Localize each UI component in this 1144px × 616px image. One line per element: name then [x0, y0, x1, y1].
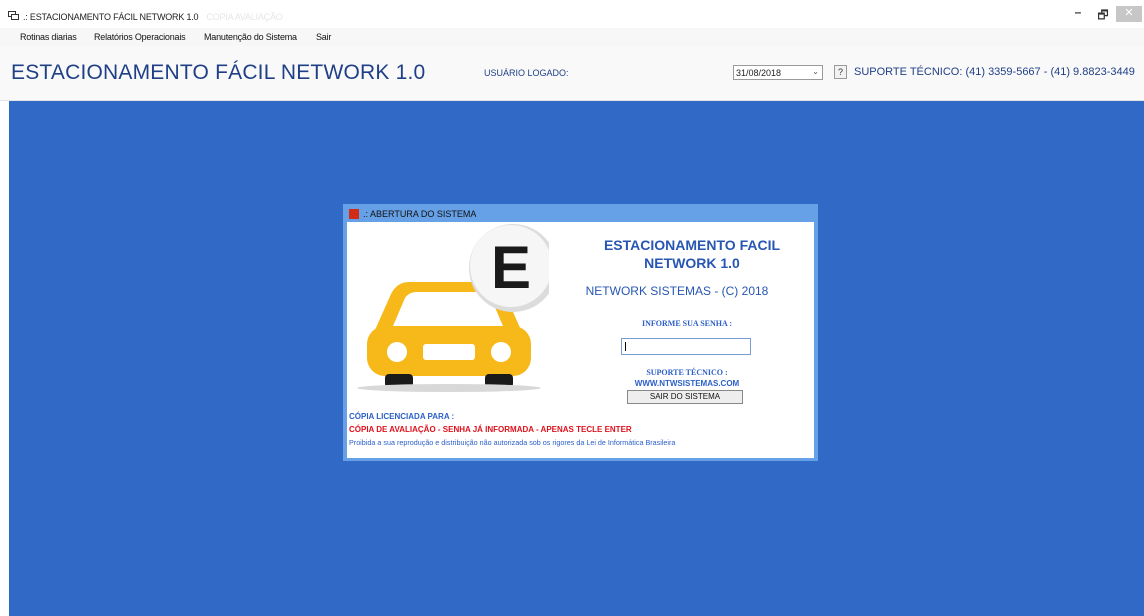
window-app-icon [8, 11, 19, 20]
legal-notice: Proibida a sua reprodução e distribuição… [349, 438, 676, 447]
help-button[interactable]: ? [834, 65, 847, 79]
dialog-body: E ESTACIONAMENTO FACIL NETWORK 1.0 NETWO… [347, 222, 814, 458]
company-copyright: NETWORK SISTEMAS - (C) 2018 [585, 284, 769, 298]
maximize-button[interactable]: 🗗 [1093, 6, 1113, 22]
window-titlebar: .: ESTACIONAMENTO FÁCIL NETWORK 1.0 COPIA… [0, 0, 1144, 28]
menu-item-sair[interactable]: Sair [316, 32, 331, 42]
brand-title-line2: NETWORK 1.0 [644, 255, 740, 271]
window-title: .: ESTACIONAMENTO FÁCIL NETWORK 1.0 COPIA… [23, 12, 283, 22]
menu-item-relatorios-operacionais[interactable]: Relatórios Operacionais [94, 32, 186, 42]
login-dialog: .: ABERTURA DO SISTEMA E ESTACIONAMENTO … [343, 204, 818, 461]
menu-bar: Rotinas diarias Relatórios Operacionais … [0, 28, 1144, 46]
logged-user-label: USUÁRIO LOGADO: [484, 68, 569, 78]
exit-system-button[interactable]: SAIR DO SISTEMA [627, 390, 743, 404]
menu-item-rotinas-diarias[interactable]: Rotinas diarias [20, 32, 77, 42]
date-select-value: 31/08/2018 [736, 68, 782, 78]
password-label: INFORME SUA SENHA : [641, 319, 732, 328]
license-label: CÓPIA LICENCIADA PARA : [349, 412, 455, 421]
menu-item-manutencao-do-sistema[interactable]: Manutenção do Sistema [204, 32, 297, 42]
support-url-link[interactable]: WWW.NTWSISTEMAS.COM [587, 379, 787, 388]
logo-letter: E [491, 234, 531, 301]
app-header: ESTACIONAMENTO FÁCIL NETWORK 1.0 USUÁRIO… [0, 46, 1144, 101]
date-select[interactable]: 31/08/2018 ⌄ [733, 65, 823, 80]
support-label: SUPORTE TÉCNICO : [646, 368, 728, 377]
password-input[interactable] [621, 338, 751, 355]
app-title: ESTACIONAMENTO FÁCIL NETWORK 1.0 [11, 61, 426, 84]
dialog-title: .: ABERTURA DO SISTEMA [363, 209, 477, 219]
chevron-down-icon: ⌄ [812, 67, 819, 76]
support-phone-text: SUPORTE TÉCNICO: (41) 3359-5667 - (41) 9… [854, 66, 1135, 78]
car-logo-icon: E [357, 224, 549, 392]
minimize-button[interactable]: – [1068, 6, 1088, 22]
dialog-app-icon [349, 209, 359, 219]
evaluation-notice: CÓPIA DE AVALIAÇÃO - SENHA JÁ INFORMADA … [349, 425, 632, 434]
window-title-watermark: COPIA AVALIAÇÃO [206, 12, 283, 22]
text-caret [625, 342, 626, 351]
close-button[interactable]: ✕ [1116, 6, 1142, 22]
brand-title-line1: ESTACIONAMENTO FACIL [603, 237, 781, 253]
brand-title: ESTACIONAMENTO FACIL NETWORK 1.0 [587, 236, 797, 272]
